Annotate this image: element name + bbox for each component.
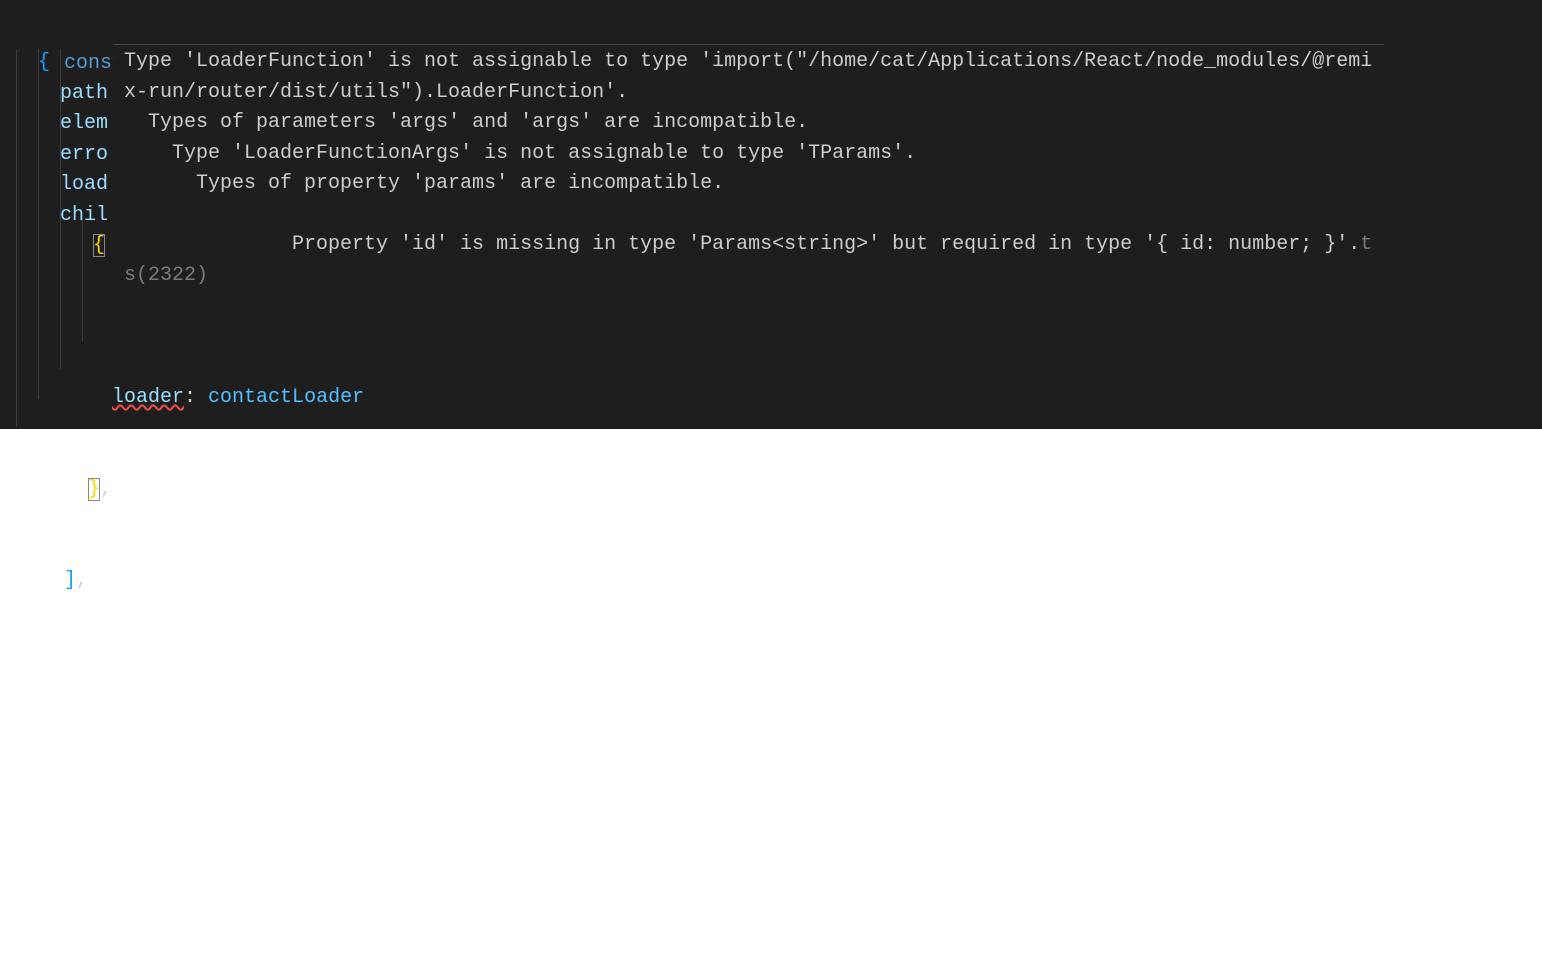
error-message-line: Type 'LoaderFunction' is not assignable … bbox=[124, 47, 1374, 108]
code-line-inner-close[interactable]: }, bbox=[16, 475, 364, 506]
code-partial-load[interactable]: load bbox=[60, 170, 108, 201]
code-line-array-close[interactable]: ], bbox=[16, 566, 364, 597]
prop-loader-error: loader bbox=[112, 386, 184, 409]
inner-brace-close: } bbox=[88, 478, 100, 501]
error-tooltip[interactable]: Type 'LoaderFunction' is not assignable … bbox=[114, 44, 1384, 318]
code-partial-elem[interactable]: elem bbox=[60, 109, 108, 140]
code-partial-path[interactable]: path bbox=[60, 79, 108, 110]
code-editor[interactable]: const router = createBrowserRouter([ { p… bbox=[0, 0, 1542, 429]
brace-open: { bbox=[38, 51, 50, 74]
code-inner-open[interactable]: { bbox=[93, 231, 105, 262]
value-contact-loader: contactLoader bbox=[208, 386, 364, 409]
error-message-line: Types of property 'params' are incompati… bbox=[124, 169, 1374, 200]
error-message-line: Property 'id' is missing in type 'Params… bbox=[124, 200, 1374, 319]
array-close: ] bbox=[64, 569, 76, 592]
code-partial-chil[interactable]: chil bbox=[60, 201, 108, 232]
code-partial-erro[interactable]: erro bbox=[60, 140, 108, 171]
code-line-2[interactable]: { bbox=[38, 48, 50, 79]
error-message-line: Type 'LoaderFunctionArgs' is not assigna… bbox=[124, 139, 1374, 170]
code-line-loader[interactable]: loader: contactLoader bbox=[16, 383, 364, 414]
code-below-tooltip[interactable]: loader: contactLoader }, ], bbox=[16, 322, 364, 658]
inner-brace-open: { bbox=[93, 234, 105, 257]
error-message-line: Types of parameters 'args' and 'args' ar… bbox=[124, 108, 1374, 139]
